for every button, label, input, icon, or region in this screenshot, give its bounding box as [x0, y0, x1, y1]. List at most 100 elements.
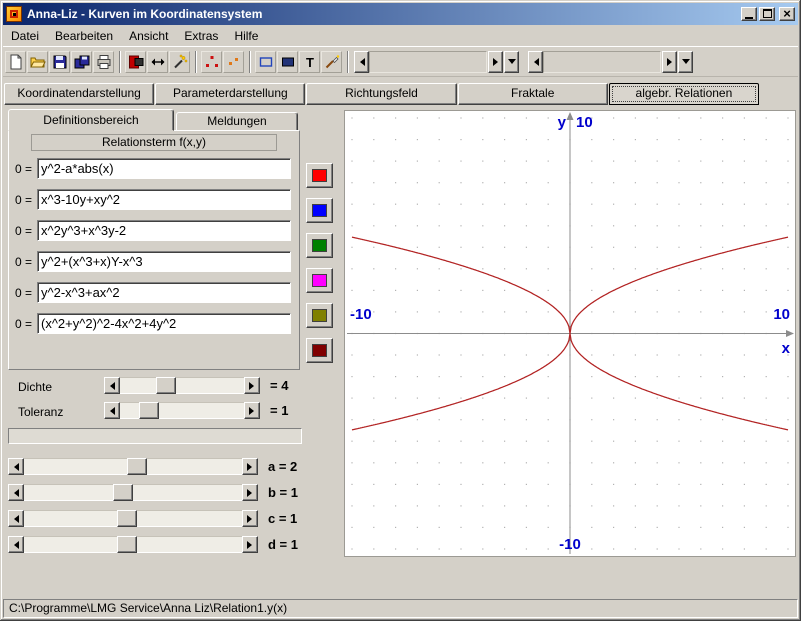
color-button-2[interactable]	[306, 198, 333, 223]
color-swatch	[312, 309, 327, 322]
color-button-1[interactable]	[306, 163, 333, 188]
svg-text:T: T	[306, 55, 314, 70]
tab-koordinatendarstellung[interactable]: Koordinatendarstellung	[4, 83, 154, 105]
menu-hilfe[interactable]: Hilfe	[226, 27, 266, 45]
slider-thumb[interactable]	[113, 484, 133, 501]
slider-track[interactable]	[24, 458, 242, 475]
tab-parameterdarstellung[interactable]: Parameterdarstellung	[155, 83, 305, 105]
menu-extras[interactable]: Extras	[176, 27, 226, 45]
color-button-6[interactable]	[306, 338, 333, 363]
param-b-slider[interactable]	[8, 484, 258, 501]
relation-input-6[interactable]	[37, 313, 291, 334]
chevron-down-icon	[508, 59, 516, 68]
slider-right-arrow[interactable]	[244, 402, 260, 419]
fit-width-button[interactable]	[147, 51, 168, 73]
slider-left-arrow[interactable]	[104, 377, 120, 394]
param-c-slider[interactable]	[8, 510, 258, 527]
relation-input-2[interactable]	[37, 189, 291, 210]
toolbar-scroll-left-button[interactable]	[354, 51, 369, 73]
color-button-5[interactable]	[306, 303, 333, 328]
open-file-button[interactable]	[27, 51, 48, 73]
slider-track[interactable]	[120, 402, 244, 419]
zoom-rect-button[interactable]	[255, 51, 276, 73]
points-red-button[interactable]	[201, 51, 222, 73]
brush-tool-icon	[324, 54, 340, 70]
slider-left-arrow[interactable]	[8, 458, 24, 475]
slider-track[interactable]	[24, 510, 242, 527]
slider-thumb[interactable]	[117, 510, 137, 527]
maximize-button[interactable]	[759, 7, 775, 21]
relation-input-4[interactable]	[37, 251, 291, 272]
param-d-slider[interactable]	[8, 536, 258, 553]
slider-left-arrow[interactable]	[104, 402, 120, 419]
save-file-button[interactable]	[49, 51, 70, 73]
rect-filled-icon	[280, 54, 296, 70]
slider-right-arrow[interactable]	[242, 458, 258, 475]
param-a-value: a = 2	[268, 459, 297, 474]
color-swatch	[312, 169, 327, 182]
toolbar-scroll-right-button[interactable]	[488, 51, 503, 73]
toolbar-separator	[119, 51, 121, 73]
tab-definitionsbereich[interactable]: Definitionsbereich	[8, 109, 174, 131]
close-button[interactable]: ×	[779, 7, 795, 21]
slider-right-arrow[interactable]	[244, 377, 260, 394]
color-swatch	[312, 344, 327, 357]
tab-richtungsfeld[interactable]: Richtungsfeld	[306, 83, 456, 105]
menu-datei[interactable]: Datei	[3, 27, 47, 45]
toolbar: T	[3, 46, 798, 77]
param-c-value: c = 1	[268, 511, 297, 526]
slider-left-arrow[interactable]	[8, 536, 24, 553]
relation-input-3[interactable]	[37, 220, 291, 241]
tab-fraktale[interactable]: Fraktale	[458, 83, 608, 105]
arrow-left-icon	[106, 407, 115, 415]
relation-input-5[interactable]	[37, 282, 291, 303]
new-file-button[interactable]	[5, 51, 26, 73]
brush-tool-button[interactable]	[321, 51, 342, 73]
slider-right-arrow[interactable]	[242, 536, 258, 553]
slider-thumb[interactable]	[117, 536, 137, 553]
toolbar-scroll-right-button[interactable]	[662, 51, 677, 73]
y-min-tick-label: -10	[559, 536, 581, 553]
arrow-right-icon	[247, 463, 256, 471]
slider-left-arrow[interactable]	[8, 484, 24, 501]
slider-thumb[interactable]	[156, 377, 176, 394]
slider-thumb[interactable]	[139, 402, 159, 419]
slider-track[interactable]	[24, 536, 242, 553]
points-orange-button[interactable]	[223, 51, 244, 73]
tab-meldungen[interactable]: Meldungen	[176, 112, 298, 131]
menu-ansicht[interactable]: Ansicht	[121, 27, 176, 45]
color-button-3[interactable]	[306, 233, 333, 258]
menubar: Datei Bearbeiten Ansicht Extras Hilfe	[3, 26, 798, 46]
save-all-button[interactable]	[71, 51, 92, 73]
slider-track[interactable]	[120, 377, 244, 394]
titlebar: Anna-Liz - Kurven im Koordinatensystem ×	[3, 3, 798, 25]
text-tool-button[interactable]: T	[299, 51, 320, 73]
slider-thumb[interactable]	[127, 458, 147, 475]
relation-input-1[interactable]	[37, 158, 291, 179]
color-button-4[interactable]	[306, 268, 333, 293]
app-window: Anna-Liz - Kurven im Koordinatensystem ×…	[0, 0, 801, 621]
menu-bearbeiten[interactable]: Bearbeiten	[47, 27, 121, 45]
magic-wand-button[interactable]	[169, 51, 190, 73]
export-graph-button[interactable]	[125, 51, 146, 73]
dichte-slider[interactable]	[104, 377, 260, 394]
save-all-icon	[74, 54, 90, 70]
toolbar-dropdown-button[interactable]	[504, 51, 519, 73]
param-a-slider[interactable]	[8, 458, 258, 475]
toolbar-scroll-left-button[interactable]	[528, 51, 543, 73]
slider-right-arrow[interactable]	[242, 510, 258, 527]
tab-algebr-relationen[interactable]: algebr. Relationen	[609, 83, 759, 105]
arrow-right-icon	[247, 541, 256, 549]
toleranz-slider[interactable]	[104, 402, 260, 419]
arrow-right-icon	[249, 407, 258, 415]
slider-left-arrow[interactable]	[8, 510, 24, 527]
print-button[interactable]	[93, 51, 114, 73]
dichte-value: = 4	[270, 378, 288, 393]
slider-right-arrow[interactable]	[242, 484, 258, 501]
fill-rect-button[interactable]	[277, 51, 298, 73]
slider-track[interactable]	[24, 484, 242, 501]
param-d-value: d = 1	[268, 537, 298, 552]
toolbar-dropdown-button[interactable]	[678, 51, 693, 73]
minimize-button[interactable]	[741, 7, 757, 21]
arrow-right-icon	[249, 382, 258, 390]
